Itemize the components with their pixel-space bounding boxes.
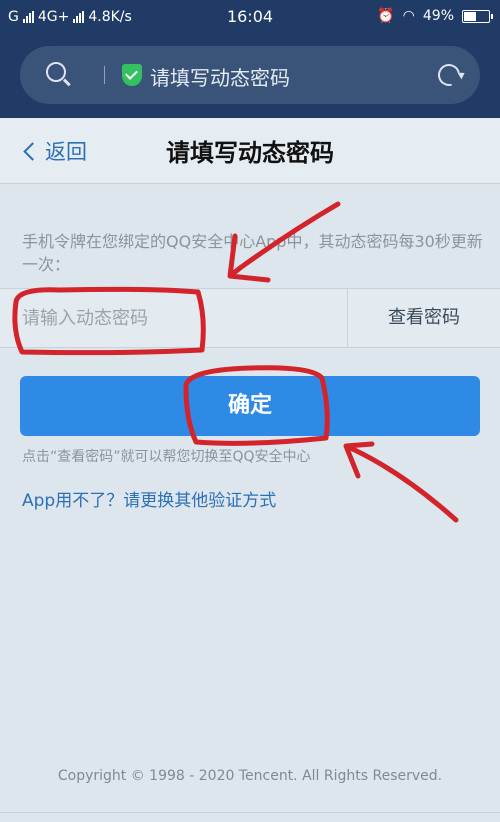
address-divider <box>104 66 105 84</box>
dynamic-code-input[interactable] <box>0 289 348 347</box>
alt-verification-link[interactable]: App用不了？请更换其他验证方式 <box>22 486 276 511</box>
view-code-button[interactable]: 查看密码 <box>348 289 500 347</box>
battery-icon <box>462 9 493 23</box>
reload-icon[interactable] <box>433 59 465 91</box>
browser-toolbar: 请填写动态密码 <box>0 34 500 118</box>
status-bar: G 4G+ 4.8K/s 16:04 ⏰ ◠ 49% <box>0 0 500 34</box>
address-bar[interactable]: 请填写动态密码 <box>20 46 480 104</box>
page-title: 请填写动态密码 <box>166 139 334 167</box>
confirm-button[interactable]: 确定 <box>20 376 480 436</box>
status-right: ⏰ ◠ 49% <box>377 8 493 24</box>
wifi-icon: ◠ <box>402 8 415 24</box>
battery-level: 49% <box>422 8 454 24</box>
hint-text: 点击“查看密码”就可以帮您切换至QQ安全中心 <box>22 449 311 465</box>
token-description: 手机令牌在您绑定的QQ安全中心App中，其动态密码每30秒更新一次： <box>22 232 483 274</box>
address-page-title[interactable]: 请填写动态密码 <box>150 62 290 91</box>
alarm-icon: ⏰ <box>377 8 395 24</box>
annotation-arrow-2 <box>343 441 459 523</box>
code-input-row: 查看密码 <box>0 288 500 348</box>
copyright-text: Copyright © 1998 - 2020 Tencent. All Rig… <box>57 768 443 784</box>
secure-shield-icon <box>122 64 142 86</box>
footer-divider <box>0 812 500 813</box>
page-header: 返回 请填写动态密码 <box>0 118 500 184</box>
search-icon[interactable] <box>46 62 66 82</box>
